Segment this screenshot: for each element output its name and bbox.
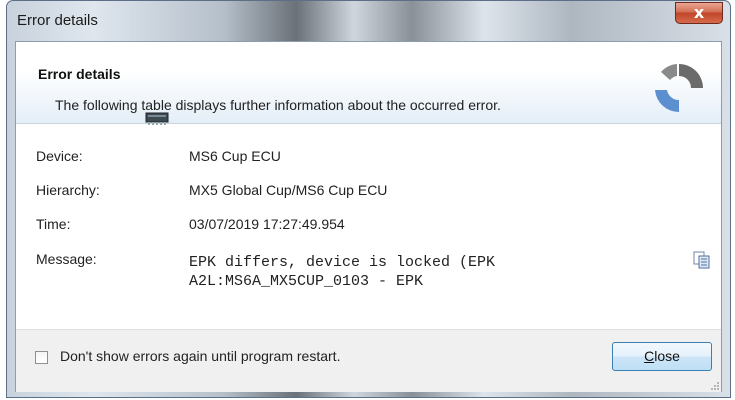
device-label: Device: [36,148,83,164]
title-bar[interactable]: Error details x [7,1,730,41]
time-label: Time: [36,216,71,232]
dont-show-errors-checkbox[interactable] [35,351,48,364]
header-description: The following table displays further inf… [55,97,501,113]
hierarchy-label: Hierarchy: [36,182,100,198]
window-close-button[interactable]: x [675,2,723,24]
header-title: Error details [38,66,121,82]
close-button-label: lose [654,348,680,364]
ecu-device-icon [145,112,169,125]
dont-show-errors-label[interactable]: Don't show errors again until program re… [60,348,340,364]
close-button-accelerator: C [644,348,655,364]
resize-grip-icon[interactable] [709,380,719,390]
copy-icon[interactable] [693,251,711,269]
window-title: Error details [17,12,98,29]
message-value[interactable]: EPK differs, device is locked (EPK A2L:M… [189,253,669,291]
dialog-header: Error details The following table displa… [16,42,721,124]
activity-spinner-icon [655,64,703,113]
device-value: MS6 Cup ECU [189,148,281,164]
message-label: Message: [36,251,97,267]
close-button[interactable]: Close [612,342,712,371]
error-details-window: Error details x Error details The follow… [6,0,731,398]
dialog-content: Error details The following table displa… [15,41,722,392]
dialog-footer: Don't show errors again until program re… [16,329,721,392]
hierarchy-value: MX5 Global Cup/MS6 Cup ECU [189,182,388,198]
time-value: 03/07/2019 17:27:49.954 [189,216,345,232]
